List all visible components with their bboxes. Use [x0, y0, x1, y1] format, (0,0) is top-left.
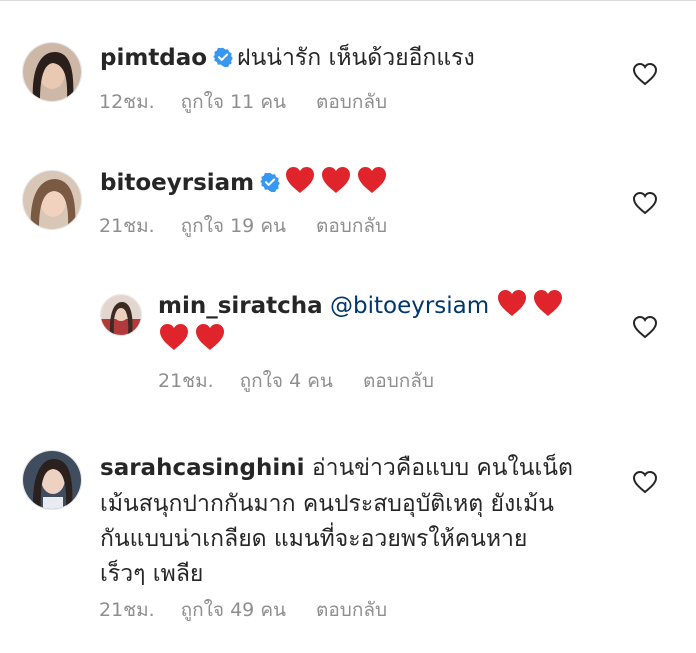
heart-outline-icon[interactable]: [632, 62, 658, 86]
likes-count[interactable]: ถูกใจ 4 คน: [240, 369, 333, 393]
comment-text: ฝนน่ารัก เห็นด้วยอีกแรง: [237, 45, 475, 71]
top-divider: [0, 0, 696, 1]
reply-button[interactable]: ตอบกลับ: [316, 90, 387, 114]
username[interactable]: min_siratcha: [158, 293, 323, 319]
comment-text-line: เม้นสนุกปากกันมาก คนประสบอุบัติเหตุ ยังเ…: [100, 491, 554, 517]
avatar[interactable]: [22, 42, 82, 102]
username[interactable]: pimtdao: [100, 45, 207, 71]
reply-button[interactable]: ตอบกลับ: [316, 214, 387, 238]
heart-outline-icon[interactable]: [632, 315, 658, 339]
red-heart-emoji: [532, 288, 564, 329]
likes-count[interactable]: ถูกใจ 11 คน: [181, 90, 286, 114]
heart-emojis: [158, 322, 230, 363]
comment-body: sarahcasinghini อ่านข่าวคือแบบ คนในเน็ต: [100, 450, 573, 486]
likes-count[interactable]: ถูกใจ 19 คน: [181, 214, 286, 238]
avatar[interactable]: [22, 450, 82, 510]
red-heart-emoji: [158, 322, 190, 363]
verified-badge-icon: [260, 167, 280, 203]
comment-text-line: เร็วๆ เพลีย: [100, 561, 204, 587]
red-heart-emoji: [356, 165, 388, 206]
verified-badge-icon: [213, 42, 233, 78]
comment-time: 12ชม.: [99, 91, 155, 113]
heart-emojis: [496, 288, 568, 329]
avatar[interactable]: [100, 294, 142, 336]
comment-meta: 12ชม. ถูกใจ 11 คน ตอบกลับ: [99, 90, 387, 114]
comment-text-line: กันแบบน่าเกลียด แมนที่จะอวยพรให้คนหาย: [100, 526, 528, 552]
mention-link[interactable]: @bitoeyrsiam: [330, 293, 489, 319]
red-heart-emoji: [320, 165, 352, 206]
heart-emojis: [284, 165, 392, 206]
heart-outline-icon[interactable]: [632, 470, 658, 494]
comment-time: 21ชม.: [99, 215, 155, 237]
comment-time: 21ชม.: [158, 370, 214, 392]
comment-time: 21ชม.: [99, 599, 155, 621]
comment-meta: 21ชม. ถูกใจ 19 คน ตอบกลับ: [99, 214, 387, 238]
likes-count[interactable]: ถูกใจ 49 คน: [181, 598, 286, 622]
username[interactable]: sarahcasinghini: [100, 455, 305, 481]
comment-body: bitoeyrsiam: [100, 165, 392, 206]
comment-meta: 21ชม. ถูกใจ 4 คน ตอบกลับ: [158, 369, 434, 393]
red-heart-emoji: [284, 165, 316, 206]
comment-meta: 21ชม. ถูกใจ 49 คน ตอบกลับ: [99, 598, 387, 622]
red-heart-emoji: [194, 322, 226, 363]
comment-body: pimtdao ฝนน่ารัก เห็นด้วยอีกแรง: [100, 40, 475, 78]
username[interactable]: bitoeyrsiam: [100, 170, 254, 196]
comment-body-continued: [158, 322, 230, 363]
red-heart-emoji: [496, 288, 528, 329]
reply-button[interactable]: ตอบกลับ: [316, 598, 387, 622]
reply-button[interactable]: ตอบกลับ: [363, 369, 434, 393]
avatar[interactable]: [22, 170, 82, 230]
heart-outline-icon[interactable]: [632, 191, 658, 215]
comment-text-line: อ่านข่าวคือแบบ คนในเน็ต: [311, 455, 573, 481]
